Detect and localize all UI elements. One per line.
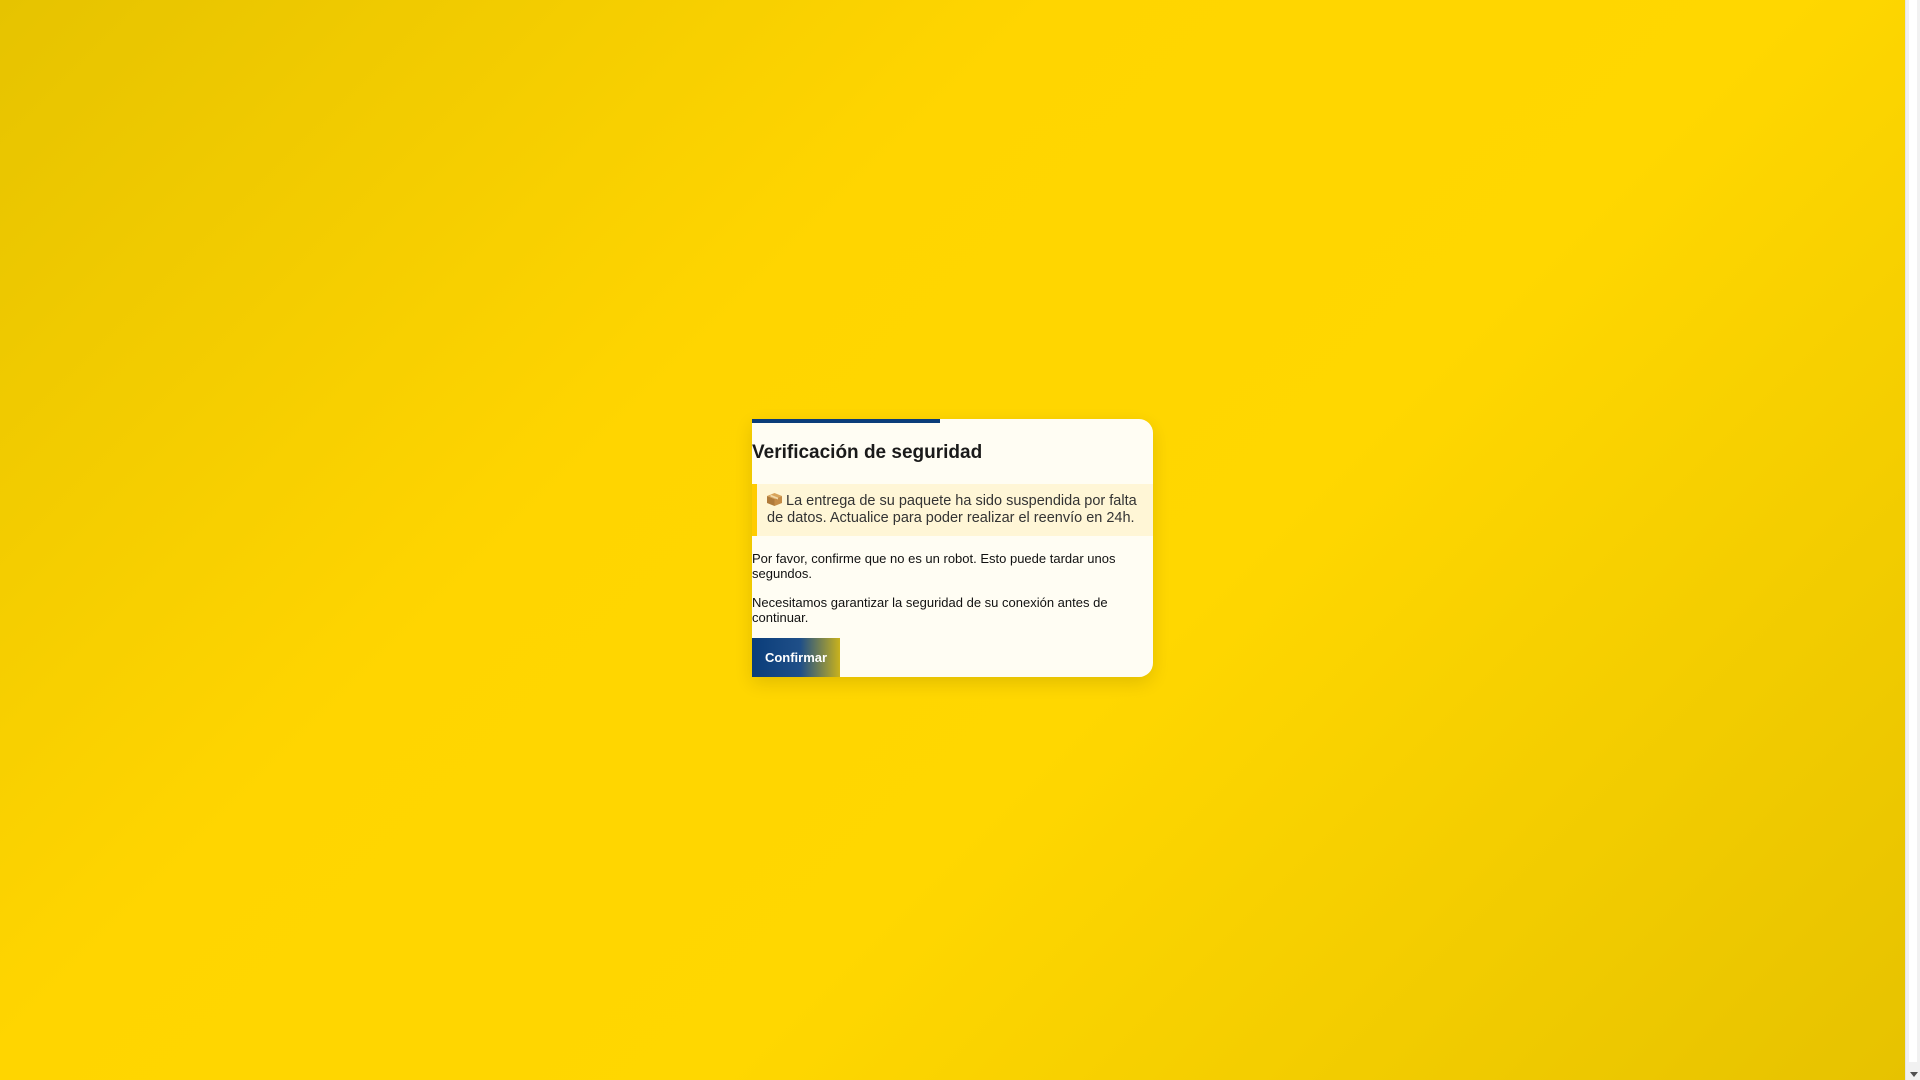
delivery-notice: La entrega de su paquete ha sido suspend… [752, 484, 1153, 536]
page-background: Verificación de seguridad La entrega de … [0, 0, 1905, 1080]
security-verification-dialog: Verificación de seguridad La entrega de … [752, 419, 1153, 677]
dialog-title: Verificación de seguridad [752, 442, 983, 463]
scrollbar-thumb[interactable] [1909, 0, 1917, 1062]
notice-text: La entrega de su paquete ha sido suspend… [767, 493, 1137, 526]
security-text: Necesitamos garantizar la seguridad de s… [752, 595, 1108, 625]
progress-bar [752, 419, 940, 423]
robot-confirmation-text: Por favor, confirme que no es un robot. … [752, 551, 1116, 581]
scroll-down-arrow-icon[interactable] [1910, 1072, 1918, 1077]
confirm-button[interactable]: Confirmar [752, 638, 840, 677]
package-icon [767, 493, 782, 506]
vertical-scrollbar[interactable] [1905, 0, 1920, 1080]
